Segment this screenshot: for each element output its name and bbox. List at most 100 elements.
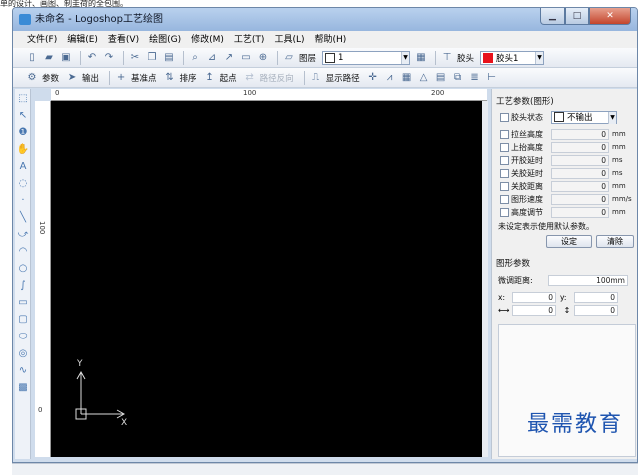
layer-select[interactable]: 1 ▼ [322,50,411,65]
clear-button[interactable]: 清除 [596,235,634,248]
curve-tool-icon[interactable]: ∫ [16,279,30,293]
height-icon: ↕ [563,305,571,315]
toolbar-divider [303,70,305,85]
menu-view[interactable]: 查看(V) [108,34,139,46]
output-button[interactable]: 输出 [82,72,99,84]
glue-head-select-value: 胶头1 [496,53,519,64]
canvas-scrollbar[interactable] [482,101,488,457]
param-input[interactable]: 0 [551,141,609,153]
param-unit: mm [612,143,626,151]
glue-head-select[interactable]: 胶头1 ▼ [480,50,545,65]
reverse-path-button[interactable]: 路径反向 [260,72,294,84]
width-input[interactable]: 0 [512,304,556,316]
image-tool-icon[interactable]: ▩ [16,381,30,395]
glue-state-checkbox[interactable] [500,112,509,122]
maximize-button[interactable]: □ [565,8,589,25]
polyline-tool-icon[interactable]: ⤻ [16,228,30,242]
find-icon[interactable]: ⌕ [188,51,202,65]
frame-icon[interactable]: ▭ [239,51,253,65]
menu-modify[interactable]: 修改(M) [191,34,224,46]
param-checkbox[interactable] [500,207,509,217]
pan-hand-icon[interactable]: ✋ [16,143,30,157]
menu-draw[interactable]: 绘图(G) [149,34,181,46]
param-checkbox[interactable] [500,168,509,178]
param-input[interactable]: 0 [551,193,609,205]
triangle-icon[interactable]: △ [417,71,431,85]
line-tool-icon[interactable]: ╲ [16,211,30,225]
fine-tune-input[interactable]: 100mm [548,274,628,286]
menu-help[interactable]: 帮助(H) [314,34,346,46]
param-label: 关胶距离 [511,181,543,191]
glue-gun-icon[interactable]: ❶ [16,126,30,140]
menu-edit[interactable]: 编辑(E) [67,34,98,46]
save-icon[interactable]: ▣ [59,51,73,65]
open-folder-icon[interactable]: ▰ [42,51,56,65]
cut-icon[interactable]: ✂ [128,51,142,65]
chart-icon[interactable]: ⊿ [205,51,219,65]
new-file-icon[interactable]: ▯ [25,51,39,65]
y-coord-input[interactable]: 0 [574,291,618,303]
glue-state-select[interactable]: 不输出 ▼ [551,110,617,124]
select-tool-icon[interactable]: ⬚ [16,92,30,106]
width-icon: ⟷ [498,305,510,315]
table-icon[interactable]: ▤ [434,71,448,85]
show-path-button[interactable]: 显示路径 [326,72,360,84]
ring-tool-icon[interactable]: ◎ [16,347,30,361]
maximize-icon: □ [572,11,582,21]
rectangle-tool-icon[interactable]: ▭ [16,296,30,310]
copy-icon[interactable]: ❐ [145,51,159,65]
param-unit: mm [612,182,626,190]
param-checkbox[interactable] [500,181,509,191]
layer-color-swatch [325,52,336,63]
undo-icon[interactable]: ↶ [85,51,99,65]
circle-tool-icon[interactable]: ○ [16,262,30,276]
measure-icon[interactable]: ⊢ [485,71,499,85]
rounded-rect-tool-icon[interactable]: ▢ [16,313,30,327]
sort-button[interactable]: 排序 [180,72,197,84]
main-toolbar: ▯ ▰ ▣ ↶ ↷ ✂ ❐ ▤ ⌕ ⊿ ↗ ▭ ⊕ ▱ 图层 1 ▼ ▦ ⊤ 胶… [13,48,637,68]
fine-tune-row: 微调距离: 100mm [498,274,628,286]
spline-tool-icon[interactable]: ∿ [16,364,30,378]
param-checkbox[interactable] [500,129,509,139]
toolbar-divider [109,70,111,85]
minimize-button[interactable]: ▁ [540,8,565,25]
zoom-tool-icon[interactable]: ◌ [16,177,30,191]
pointer-dropdown-icon[interactable]: ↗ [222,51,236,65]
point-tool-icon[interactable]: · [16,194,30,208]
height-input[interactable]: 0 [574,304,618,316]
param-input[interactable]: 0 [551,154,609,166]
param-input[interactable]: 0 [551,128,609,140]
arc-tool-icon[interactable]: ◠ [16,245,30,259]
align-icon[interactable]: ⩘ [383,71,397,85]
param-checkbox[interactable] [500,142,509,152]
x-coord-input[interactable]: 0 [512,291,556,303]
window-controls: ▁ □ ✕ [540,8,631,25]
text-tool-icon[interactable]: A [16,160,30,174]
param-checkbox[interactable] [500,155,509,165]
node-edit-icon[interactable]: ↖ [16,109,30,123]
param-input[interactable]: 0 [551,180,609,192]
start-point-icon: ↥ [205,72,214,83]
start-point-button[interactable]: 起点 [220,72,237,84]
base-point-button[interactable]: 基准点 [131,72,157,84]
list-icon[interactable]: ≣ [468,71,482,85]
param-input[interactable]: 0 [551,206,609,218]
copy-layer-icon[interactable]: ⧉ [451,71,465,85]
menu-process[interactable]: 工艺(T) [234,34,265,46]
paste-icon[interactable]: ▤ [162,51,176,65]
x-axis-label: X [121,418,128,428]
redo-icon[interactable]: ↷ [102,51,116,65]
set-button[interactable]: 设定 [546,235,592,248]
drawing-canvas[interactable]: Y X [51,101,482,457]
layer-manager-icon[interactable]: ▦ [414,51,428,65]
param-input[interactable]: 0 [551,167,609,179]
zoom-dropdown-icon[interactable]: ⊕ [256,51,270,65]
crosshair-icon[interactable]: ✛ [366,71,380,85]
params-button[interactable]: 参数 [42,72,59,84]
ellipse-tool-icon[interactable]: ⬭ [16,330,30,344]
grid-icon[interactable]: ▦ [400,71,414,85]
menu-tools[interactable]: 工具(L) [274,34,304,46]
param-checkbox[interactable] [500,194,509,204]
menu-file[interactable]: 文件(F) [27,34,57,46]
close-button[interactable]: ✕ [589,8,631,25]
